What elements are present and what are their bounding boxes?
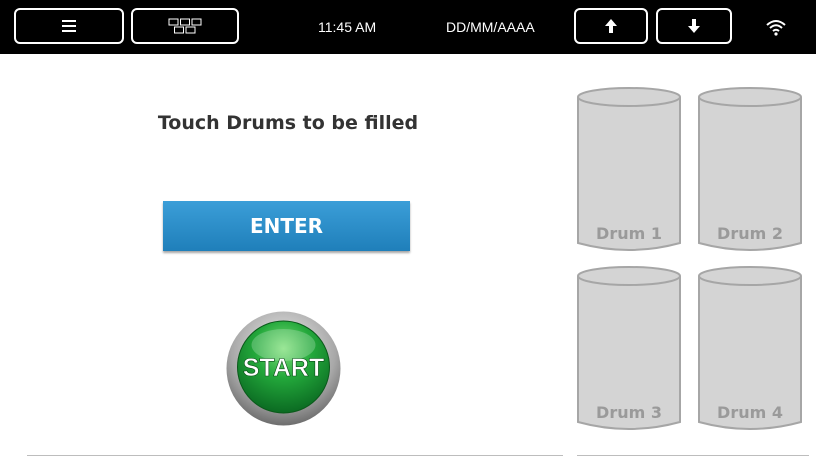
date-display: DD/MM/AAAA: [446, 19, 535, 35]
drum-label: Drum 2: [717, 224, 783, 243]
start-button-graphic: START: [226, 311, 341, 426]
right-divider: [577, 455, 809, 456]
drum-label: Drum 1: [596, 224, 662, 243]
wifi-icon: [765, 18, 787, 36]
hamburger-icon: [62, 20, 76, 32]
arrow-down-icon: [688, 19, 700, 33]
instruction-text: Touch Drums to be filled: [157, 112, 419, 134]
drum-3[interactable]: Drum 3: [576, 264, 682, 436]
start-button[interactable]: START: [225, 310, 342, 427]
drum-4[interactable]: Drum 4: [697, 264, 803, 436]
drum-label: Drum 3: [596, 403, 662, 422]
enter-button[interactable]: ENTER: [163, 201, 410, 251]
grid-button[interactable]: [131, 8, 239, 44]
scroll-up-button[interactable]: [574, 8, 648, 44]
scroll-down-button[interactable]: [656, 8, 732, 44]
clock-time: 11:45 AM: [318, 19, 377, 35]
drum-label: Drum 4: [717, 403, 783, 422]
menu-button[interactable]: [14, 8, 124, 44]
arrow-up-icon: [605, 19, 617, 33]
status-bar: 11:45 AM DD/MM/AAAA: [0, 0, 816, 54]
start-label: START: [243, 354, 324, 382]
drum-2[interactable]: Drum 2: [697, 85, 803, 257]
drum-1[interactable]: Drum 1: [576, 85, 682, 257]
grid-icon: [168, 18, 202, 34]
left-divider: [27, 455, 563, 456]
